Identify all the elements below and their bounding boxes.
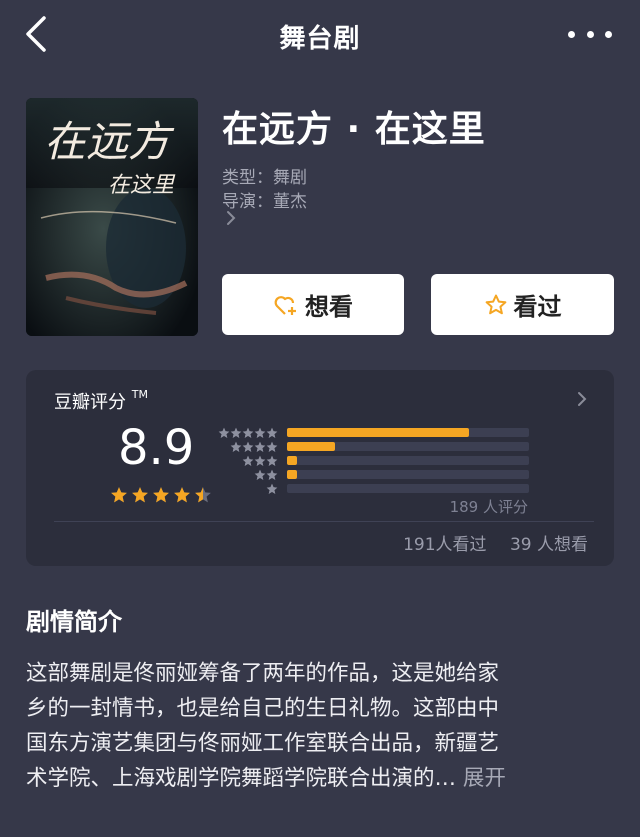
top-bar: 舞台剧 <box>0 0 640 70</box>
small-star-icon <box>254 469 266 480</box>
rating-label: 豆瓣评分 TM <box>54 388 148 414</box>
small-star-icon <box>266 469 278 480</box>
want-to-see-label: 想看 <box>305 293 353 321</box>
chevron-right-icon <box>227 211 236 225</box>
star-icon <box>132 487 148 503</box>
synopsis-line: 国东方演艺集团与佟丽娅工作室联合出品，新疆艺 <box>26 731 500 756</box>
rating-card[interactable]: 豆瓣评分 TM 8.9 189 人评分 191人看过 39 人想看 <box>26 370 614 566</box>
histogram-stars <box>216 427 278 439</box>
rating-count: 189 人评分 <box>449 498 528 516</box>
want-to-see-button[interactable]: 想看 <box>222 274 404 335</box>
divider <box>54 521 594 522</box>
watch-stats: 191人看过 39 人想看 <box>385 530 588 555</box>
histogram-track <box>287 442 529 451</box>
poster-artwork: 在远方 在这里 <box>26 98 198 336</box>
want-count[interactable]: 39 人想看 <box>510 535 588 555</box>
more-button[interactable] <box>568 22 612 46</box>
histogram-bar <box>287 470 297 479</box>
poster-title-sub: 在这里 <box>108 173 176 198</box>
small-star-icon <box>266 455 278 466</box>
histogram-bar <box>287 442 336 451</box>
synopsis-line: 术学院、上海戏剧学院舞蹈学院联合出演的… <box>26 766 457 791</box>
more-dots-icon <box>568 30 575 38</box>
small-star-icon <box>230 441 242 452</box>
star-icon <box>195 487 211 503</box>
more-dot <box>605 30 612 38</box>
small-star-icon <box>266 483 278 494</box>
chevron-right-icon <box>578 392 587 406</box>
synopsis-line: 乡的一封情书，也是给自己的生日礼物。这部由中 <box>26 696 500 721</box>
page-title: 舞台剧 <box>279 24 361 54</box>
synopsis-line: 这部舞剧是佟丽娅筹备了两年的作品，这是她给家 <box>26 661 500 686</box>
poster-image[interactable]: 在远方 在这里 <box>26 98 198 336</box>
expand-button[interactable]: 展开 <box>463 766 506 791</box>
star-icon <box>111 487 127 503</box>
small-star-icon <box>242 441 254 452</box>
histogram-bar <box>287 456 297 465</box>
more-dot <box>586 30 594 38</box>
rating-source: 豆瓣评分 <box>54 392 126 413</box>
small-star-icon <box>254 455 266 466</box>
synopsis-text: 这部舞剧是佟丽娅筹备了两年的作品，这是她给家 乡的一封情书，也是给自己的生日礼物… <box>26 656 616 796</box>
histogram-stars <box>216 441 278 453</box>
histogram-track <box>287 456 529 465</box>
small-star-icon <box>218 427 230 438</box>
histogram-bar <box>287 428 469 437</box>
small-star-icon <box>242 427 254 438</box>
synopsis-last-line: 术学院、上海戏剧学院舞蹈学院联合出演的… 展开 <box>26 761 616 796</box>
histogram-stars <box>216 483 278 495</box>
small-star-icon <box>242 455 254 466</box>
more-info-button[interactable] <box>224 210 238 226</box>
histogram-stars <box>216 469 278 481</box>
rating-detail-button[interactable] <box>576 390 588 408</box>
star-outline-icon <box>485 294 506 314</box>
seen-count[interactable]: 191人看过 <box>403 535 486 555</box>
histogram-track <box>287 484 529 493</box>
poster-title-main: 在远方 <box>44 117 175 166</box>
small-star-icon <box>266 427 278 438</box>
heart-plus-icon <box>274 295 296 315</box>
small-star-icon <box>230 427 242 438</box>
work-title: 在远方 · 在这里 <box>222 109 486 150</box>
rating-stars <box>110 486 212 504</box>
small-star-icon <box>254 441 266 452</box>
synopsis-title: 剧情简介 <box>26 608 122 636</box>
star-icon <box>153 487 169 503</box>
rating-score: 8.9 <box>118 420 195 476</box>
histogram-track <box>287 428 529 437</box>
histogram-stars <box>216 455 278 467</box>
star-icon <box>174 487 190 503</box>
small-star-icon <box>254 427 266 438</box>
genre-info: 类型：舞剧 <box>222 168 307 188</box>
trademark-mark: TM <box>131 388 148 401</box>
small-star-icon <box>266 441 278 452</box>
have-seen-button[interactable]: 看过 <box>431 274 614 335</box>
histogram-track <box>287 470 529 479</box>
director-info: 导演：董杰 <box>222 192 307 212</box>
have-seen-label: 看过 <box>513 293 562 321</box>
